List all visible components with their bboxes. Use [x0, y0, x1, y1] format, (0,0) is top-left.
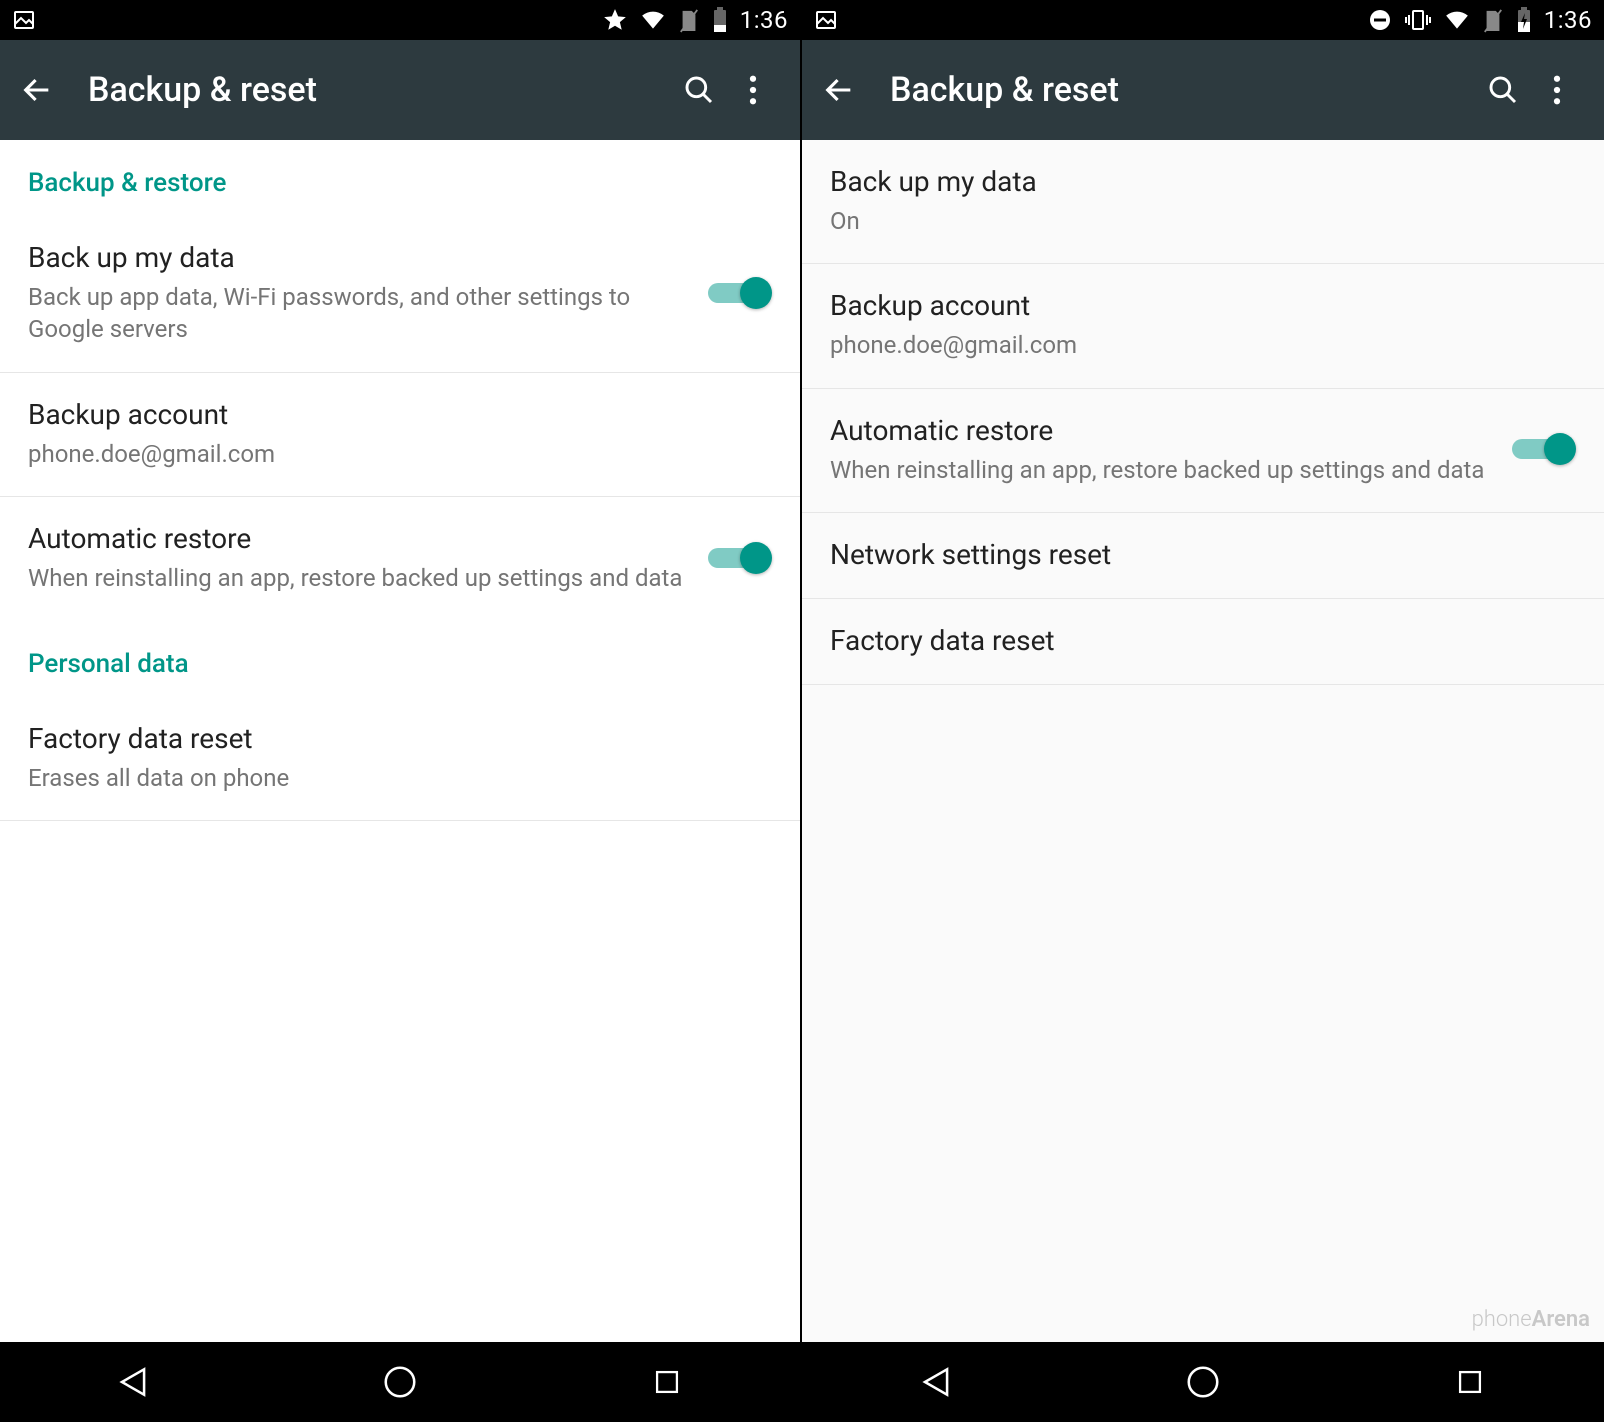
- row-back-up-my-data[interactable]: Back up my data On: [802, 140, 1604, 264]
- star-icon: [602, 7, 628, 33]
- row-title: Back up my data: [830, 164, 1560, 199]
- navigation-bar: [0, 1342, 800, 1422]
- battery-charging-icon: [1516, 7, 1532, 33]
- row-automatic-restore[interactable]: Automatic restore When reinstalling an a…: [0, 497, 800, 620]
- watermark-b: Arena: [1532, 1307, 1590, 1332]
- app-bar: Backup & reset: [802, 40, 1604, 140]
- navigation-bar: [802, 1342, 1604, 1422]
- status-bar: 1:36: [802, 0, 1604, 40]
- app-bar: Backup & reset: [0, 40, 800, 140]
- row-title: Factory data reset: [28, 721, 756, 756]
- row-back-up-my-data[interactable]: Back up my data Back up app data, Wi-Fi …: [0, 216, 800, 373]
- phone-left: 1:36 Backup & reset Backup & restore Bac…: [0, 0, 802, 1422]
- phone-right: 1:36 Backup & reset Back up my data On B…: [802, 0, 1604, 1422]
- nav-recents-icon[interactable]: [1410, 1365, 1530, 1399]
- row-subtitle: Erases all data on phone: [28, 762, 756, 794]
- toggle-back-up-my-data[interactable]: [708, 273, 772, 313]
- settings-list: Backup & restore Back up my data Back up…: [0, 140, 800, 1342]
- back-icon[interactable]: [822, 73, 856, 107]
- nav-back-icon[interactable]: [73, 1363, 193, 1401]
- row-backup-account[interactable]: Backup account phone.doe@gmail.com: [0, 373, 800, 497]
- app-bar-title: Backup & reset: [88, 70, 672, 110]
- watermark-a: phone: [1472, 1307, 1532, 1332]
- row-title: Automatic restore: [830, 413, 1496, 448]
- row-subtitle: phone.doe@gmail.com: [28, 438, 756, 470]
- battery-icon: [712, 7, 728, 33]
- section-header-personal-data: Personal data: [0, 621, 800, 697]
- wifi-icon: [1444, 7, 1470, 33]
- status-clock: 1:36: [740, 6, 788, 34]
- picture-icon: [814, 8, 838, 32]
- row-subtitle: On: [830, 205, 1560, 237]
- row-automatic-restore[interactable]: Automatic restore When reinstalling an a…: [802, 389, 1604, 513]
- row-title: Network settings reset: [830, 537, 1560, 572]
- dnd-icon: [1368, 8, 1392, 32]
- overflow-menu-icon[interactable]: [726, 75, 780, 105]
- row-subtitle: When reinstalling an app, restore backed…: [28, 562, 692, 594]
- toggle-automatic-restore[interactable]: [708, 538, 772, 578]
- row-title: Backup account: [830, 288, 1560, 323]
- back-icon[interactable]: [20, 73, 54, 107]
- row-subtitle: When reinstalling an app, restore backed…: [830, 454, 1496, 486]
- nav-home-icon[interactable]: [340, 1363, 460, 1401]
- search-icon[interactable]: [672, 74, 726, 106]
- row-subtitle: phone.doe@gmail.com: [830, 329, 1560, 361]
- row-title: Backup account: [28, 397, 756, 432]
- search-icon[interactable]: [1476, 74, 1530, 106]
- row-backup-account[interactable]: Backup account phone.doe@gmail.com: [802, 264, 1604, 388]
- vibrate-icon: [1404, 8, 1432, 32]
- nav-home-icon[interactable]: [1143, 1363, 1263, 1401]
- app-bar-title: Backup & reset: [890, 70, 1476, 110]
- section-header-backup-restore: Backup & restore: [0, 140, 800, 216]
- row-title: Factory data reset: [830, 623, 1560, 658]
- nav-recents-icon[interactable]: [607, 1365, 727, 1399]
- row-factory-data-reset[interactable]: Factory data reset: [802, 599, 1604, 685]
- overflow-menu-icon[interactable]: [1530, 75, 1584, 105]
- row-network-settings-reset[interactable]: Network settings reset: [802, 513, 1604, 599]
- row-factory-data-reset[interactable]: Factory data reset Erases all data on ph…: [0, 697, 800, 821]
- wifi-icon: [640, 7, 666, 33]
- row-title: Back up my data: [28, 240, 692, 275]
- picture-icon: [12, 8, 36, 32]
- watermark: phoneArena: [1472, 1307, 1590, 1332]
- status-clock: 1:36: [1544, 6, 1592, 34]
- status-bar: 1:36: [0, 0, 800, 40]
- no-sim-icon: [1482, 7, 1504, 33]
- toggle-automatic-restore[interactable]: [1512, 429, 1576, 469]
- no-sim-icon: [678, 7, 700, 33]
- nav-back-icon[interactable]: [876, 1363, 996, 1401]
- settings-list: Back up my data On Backup account phone.…: [802, 140, 1604, 1342]
- row-title: Automatic restore: [28, 521, 692, 556]
- row-subtitle: Back up app data, Wi-Fi passwords, and o…: [28, 281, 692, 346]
